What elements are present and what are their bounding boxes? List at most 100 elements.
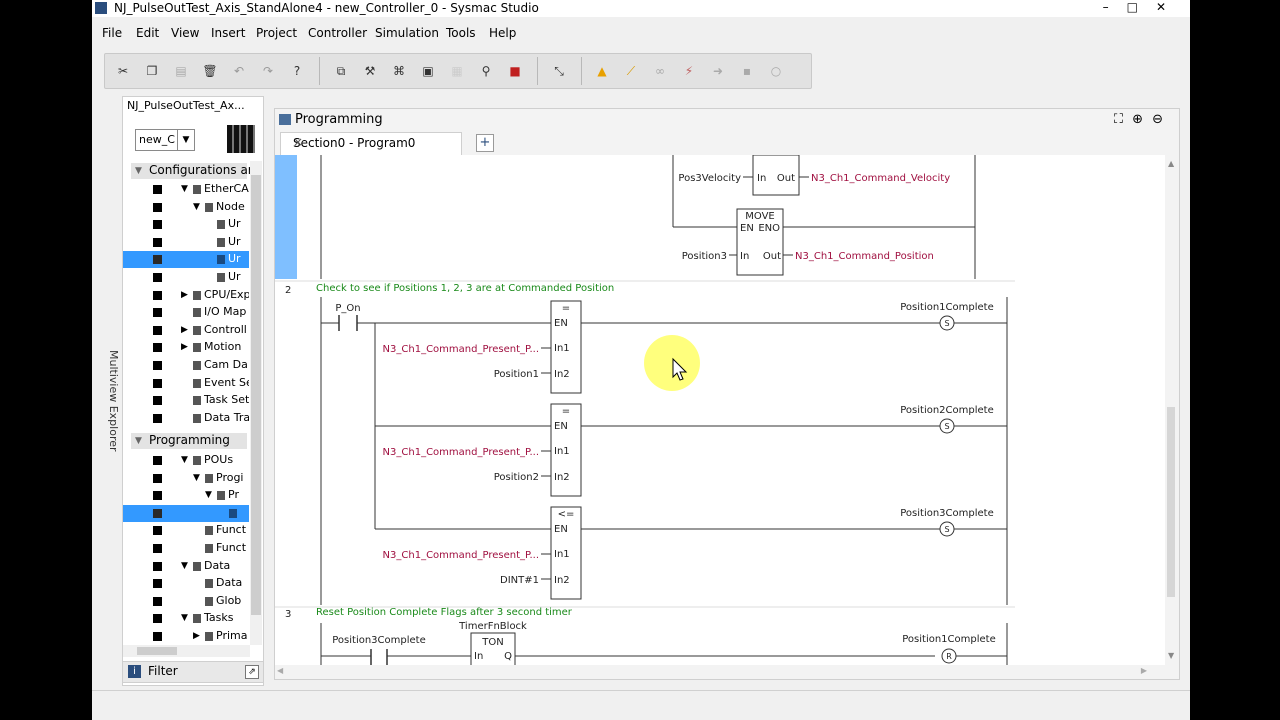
tree-item[interactable]: Ur	[123, 251, 249, 269]
stop-icon[interactable]: ■	[507, 63, 523, 79]
menu-tools[interactable]: Tools	[446, 26, 476, 40]
menu-view[interactable]: View	[171, 26, 199, 40]
contact-label[interactable]: Position3Complete	[332, 635, 426, 646]
help-icon[interactable]: ?	[289, 63, 305, 79]
input-var-label[interactable]: Position1	[494, 369, 539, 380]
input-var-label[interactable]: Position3	[682, 251, 727, 262]
tree-item[interactable]: ▼ POUs	[123, 452, 249, 469]
warning-icon[interactable]: ▲	[594, 63, 610, 79]
cut-icon[interactable]: ✂	[115, 63, 131, 79]
expanded-icon[interactable]: ▼	[205, 490, 212, 500]
monitor-icon[interactable]: ▣	[420, 63, 436, 79]
add-tab-button[interactable]: +	[476, 134, 494, 152]
tree-item[interactable]: Glob	[123, 593, 249, 610]
clear-icon[interactable]: ⟋	[623, 63, 639, 79]
tree-item[interactable]: Ur	[123, 269, 249, 286]
close-button[interactable]: ✕	[1156, 0, 1184, 14]
expanded-icon[interactable]: ▼	[193, 473, 200, 483]
tree-item[interactable]: ▼ EtherCA	[123, 181, 249, 198]
tree-item[interactable]: ▼ Progi	[123, 470, 249, 487]
tree-item[interactable]: Ur	[123, 234, 249, 251]
link-icon[interactable]: ∞	[652, 63, 668, 79]
ladder-editor[interactable]: Pos3Velocity In Out N3_Ch1_Command_Veloc…	[275, 155, 1165, 667]
tree-item[interactable]: Funct	[123, 540, 249, 557]
coil-label[interactable]: Position1Complete	[902, 634, 996, 645]
coil-label[interactable]: Position2Complete	[900, 405, 994, 416]
timer-instance-label[interactable]: TimerFnBlock	[458, 621, 527, 632]
tree-item[interactable]: ▶ CPU/Exp	[123, 287, 249, 304]
expanded-icon[interactable]: ▼	[181, 455, 188, 465]
tree-item[interactable]: ▶ Prima	[123, 628, 249, 645]
chevron-up-icon[interactable]: ▲	[1168, 159, 1174, 168]
pin-icon[interactable]: ⇗	[245, 665, 259, 679]
rung-selection-bar[interactable]	[275, 155, 297, 279]
rung-comment[interactable]: Reset Position Complete Flags after 3 se…	[316, 607, 573, 618]
hscroll-thumb[interactable]	[137, 647, 177, 655]
tree-item[interactable]: ▶ Controll	[123, 322, 249, 339]
explorer-scrollbar[interactable]	[250, 161, 262, 645]
input-var-label[interactable]: Pos3Velocity	[678, 173, 741, 184]
collapse-icon[interactable]: ▼	[135, 166, 142, 176]
disabled-icon[interactable]: ▦	[449, 63, 465, 79]
tree-item[interactable]: I/O Map	[123, 304, 249, 321]
unlink-icon[interactable]: ⚡	[681, 63, 697, 79]
cross-ref-icon[interactable]: ⤡	[551, 63, 567, 79]
zoom-in-icon[interactable]: ⊕	[1132, 112, 1143, 127]
tree-item[interactable]: Cam Da	[123, 357, 249, 374]
chevron-down-icon[interactable]: ▼	[1168, 651, 1174, 660]
menu-edit[interactable]: Edit	[136, 26, 159, 40]
input-var-label[interactable]: N3_Ch1_Command_Present_P...	[383, 344, 539, 355]
menu-help[interactable]: Help	[489, 26, 516, 40]
explorer-hscroll[interactable]	[123, 645, 250, 657]
search-icon[interactable]: ⚲	[478, 63, 494, 79]
menu-simulation[interactable]: Simulation	[375, 26, 439, 40]
collapsed-icon[interactable]: ▶	[181, 290, 188, 300]
tree-item[interactable]: Data Tra	[123, 410, 249, 427]
collapsed-icon[interactable]: ▶	[181, 342, 188, 352]
programming-header[interactable]: ▼ Programming	[131, 433, 247, 449]
input-var-label[interactable]: N3_Ch1_Command_Present_P...	[383, 447, 539, 458]
maximize-button[interactable]: □	[1127, 0, 1156, 14]
build-icon[interactable]: ⧉	[333, 63, 349, 79]
configurations-header[interactable]: ▼ Configurations ar	[131, 163, 253, 179]
input-var-label[interactable]: N3_Ch1_Command_Present_P...	[383, 550, 539, 561]
redo-icon[interactable]: ↷	[260, 63, 276, 79]
tree-item[interactable]: Funct	[123, 522, 249, 539]
coil-label[interactable]: Position1Complete	[900, 302, 994, 313]
paste-icon[interactable]: ▤	[173, 63, 189, 79]
window-controls[interactable]: –□✕	[1103, 0, 1184, 14]
contact-label[interactable]: P_On	[335, 303, 360, 314]
tree-item[interactable]: ▶ Motion	[123, 339, 249, 356]
ladder-vscroll[interactable]: ▲ ▼	[1165, 155, 1178, 667]
step-icon[interactable]: ➜	[710, 63, 726, 79]
collapsed-icon[interactable]: ▶	[181, 325, 188, 335]
delete-icon[interactable]: 🗑	[202, 63, 218, 79]
tree-item[interactable]: Task Set	[123, 392, 249, 409]
undo-icon[interactable]: ↶	[231, 63, 247, 79]
collapse-icon[interactable]: ▼	[135, 436, 142, 446]
tree-item[interactable]: ▼ Pr	[123, 487, 249, 504]
chevron-down-icon[interactable]: ▼	[177, 130, 194, 150]
tree-item[interactable]: ▼ Data	[123, 558, 249, 575]
chevron-left-icon[interactable]: ◀	[277, 666, 283, 675]
expanded-icon[interactable]: ▼	[181, 184, 188, 194]
output-var-label[interactable]: N3_Ch1_Command_Position	[795, 251, 934, 262]
tree-item[interactable]: ▼ Tasks	[123, 610, 249, 627]
menu-insert[interactable]: Insert	[211, 26, 245, 40]
multiview-explorer-label[interactable]: Multiview Explorer	[106, 350, 120, 452]
tool-icon[interactable]: ⚒	[362, 63, 378, 79]
input-var-label[interactable]: DINT#1	[500, 575, 539, 586]
copy-icon[interactable]: ❐	[144, 63, 160, 79]
view-icon[interactable]: ▪	[739, 63, 755, 79]
refresh-icon[interactable]: ○	[768, 63, 784, 79]
controller-select[interactable]: new_C ▼	[135, 129, 195, 151]
tree-item[interactable]: Data	[123, 575, 249, 592]
rung-comment[interactable]: Check to see if Positions 1, 2, 3 are at…	[316, 283, 614, 294]
tree-item[interactable]: Ur	[123, 216, 249, 233]
collapsed-icon[interactable]: ▶	[193, 631, 200, 641]
output-var-label[interactable]: N3_Ch1_Command_Velocity	[811, 173, 950, 184]
fit-icon[interactable]: ⛶	[1114, 112, 1123, 127]
ladder-diagram[interactable]: Pos3Velocity In Out N3_Ch1_Command_Veloc…	[275, 155, 1165, 667]
tab-section0-program0[interactable]: Section0 - Program0 ×	[280, 132, 462, 155]
tree-item[interactable]: Event Se	[123, 375, 249, 392]
